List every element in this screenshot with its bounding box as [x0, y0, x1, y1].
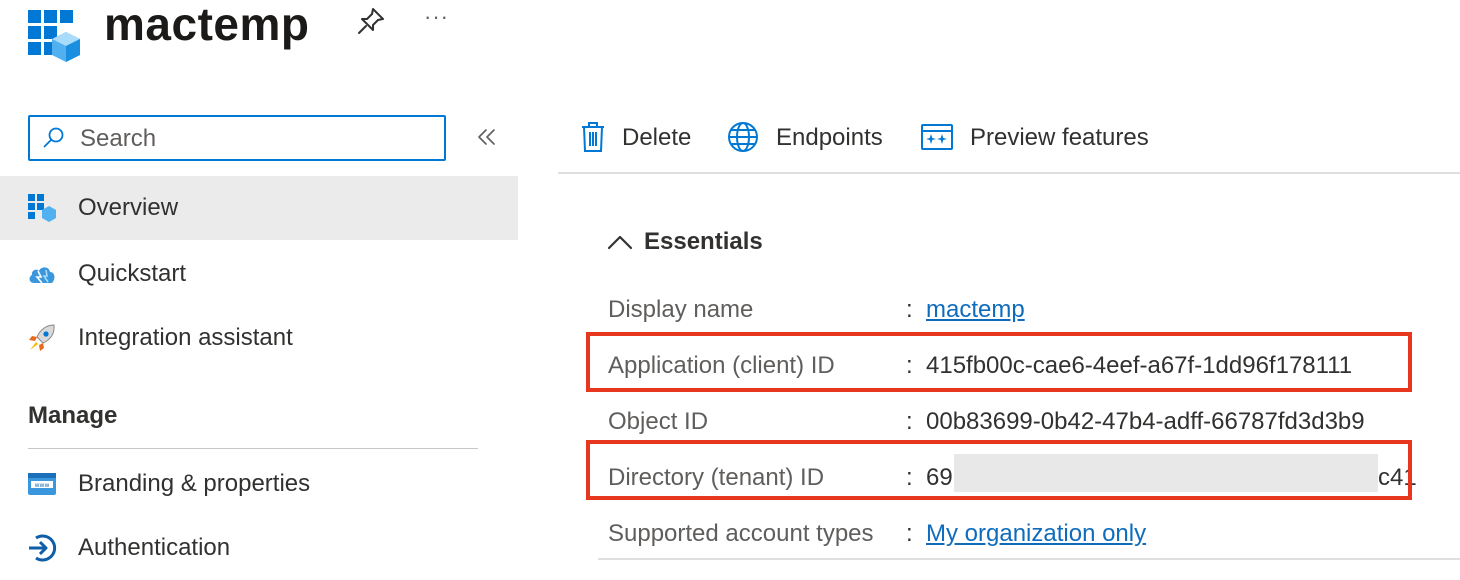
toolbar-divider — [558, 172, 1460, 174]
sidebar-item-label: Integration assistant — [78, 324, 293, 351]
supported-account-types-key: Supported account types — [608, 520, 874, 547]
quickstart-cloud-icon — [29, 267, 55, 284]
sidebar-item-label: Quickstart — [78, 260, 187, 287]
endpoints-button[interactable]: Endpoints — [726, 116, 906, 160]
overview-icon — [28, 194, 56, 222]
display-name-link[interactable]: mactemp — [926, 296, 1025, 324]
globe-icon — [728, 122, 758, 152]
essentials-divider — [598, 558, 1460, 560]
supported-account-types-link[interactable]: My organization only — [926, 520, 1146, 548]
more-options-button[interactable]: ··· — [424, 4, 449, 30]
preview-features-button[interactable]: Preview features — [920, 116, 1180, 160]
page-title: mactemp — [104, 0, 310, 50]
display-name-key: Display name — [608, 296, 754, 323]
collapse-sidebar-icon[interactable] — [474, 124, 500, 150]
essentials-row-supported-account-types: Supported account types : My organizatio… — [608, 514, 1460, 554]
separator: : — [906, 296, 913, 323]
endpoints-label: Endpoints — [776, 124, 883, 151]
authentication-icon — [29, 534, 57, 562]
preview-features-icon — [921, 124, 953, 150]
sidebar-item-quickstart[interactable]: Quickstart — [0, 242, 518, 306]
trash-icon — [582, 122, 604, 152]
sidebar-item-label: Branding & properties — [78, 470, 311, 497]
branding-icon: www — [28, 473, 56, 495]
app-registration-icon — [28, 10, 80, 62]
chevron-up-icon — [607, 235, 633, 250]
sidebar-item-label: Overview — [78, 194, 179, 221]
separator: : — [906, 520, 913, 547]
sidebar-item-authentication[interactable]: Authentication — [0, 516, 518, 580]
svg-text:www: www — [35, 482, 50, 489]
object-id-value[interactable]: 00b83699-0b42-47b4-adff-66787fd3d3b9 — [926, 408, 1365, 436]
essentials-row-display-name: Display name : mactemp — [608, 290, 1460, 330]
essentials-heading: Essentials — [644, 228, 763, 255]
manage-divider — [28, 448, 478, 449]
pin-icon[interactable] — [356, 6, 386, 36]
search-box[interactable] — [28, 115, 446, 161]
highlight-box-directory-id — [586, 440, 1412, 500]
preview-features-label: Preview features — [970, 124, 1149, 151]
delete-label: Delete — [622, 124, 692, 151]
separator: : — [906, 408, 913, 435]
essentials-row-object-id: Object ID : 00b83699-0b42-47b4-adff-6678… — [608, 402, 1460, 442]
search-input[interactable] — [78, 121, 432, 157]
highlight-box-application-id — [586, 332, 1412, 392]
rocket-icon — [29, 324, 55, 351]
sidebar-item-integration-assistant[interactable]: Integration assistant — [0, 306, 518, 370]
sidebar-item-overview[interactable]: Overview — [0, 176, 518, 240]
manage-section-heading: Manage — [28, 402, 118, 429]
sidebar-item-branding-properties[interactable]: www Branding & properties — [0, 452, 518, 516]
object-id-key: Object ID — [608, 408, 709, 435]
sidebar-item-label: Authentication — [78, 534, 231, 561]
search-icon — [43, 127, 64, 148]
delete-button[interactable]: Delete — [576, 116, 706, 160]
